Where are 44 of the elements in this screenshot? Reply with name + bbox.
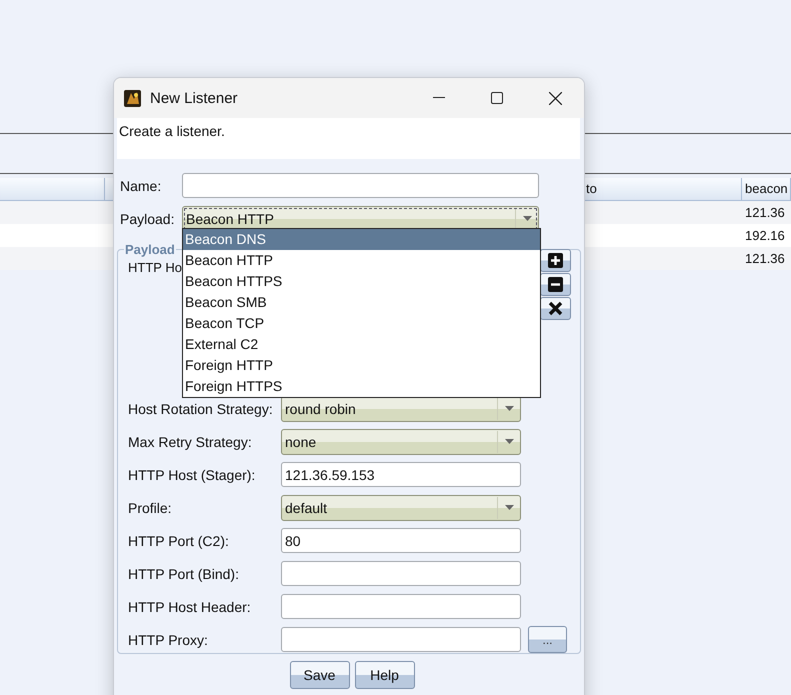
- table-cell-text: 121.36: [744, 204, 786, 222]
- caret-icon: [522, 216, 532, 221]
- field-label: HTTP Port (Bind):: [128, 566, 240, 582]
- field-label: HTTP Port (C2):: [128, 532, 230, 548]
- table-cell-text: 121.36: [744, 250, 786, 268]
- dropdown[interactable]: default: [281, 494, 521, 520]
- caret-icon: [504, 439, 514, 444]
- input-field[interactable]: [281, 561, 521, 586]
- caret-icon: [504, 505, 514, 510]
- field-label: Name:: [120, 178, 162, 194]
- column-header[interactable]: beacon: [742, 178, 791, 200]
- group-title: Payload: [124, 242, 176, 257]
- input-field[interactable]: 121.36.59.153: [281, 462, 521, 487]
- close-icon: [548, 92, 562, 104]
- clear-button[interactable]: [540, 297, 571, 320]
- maximize-icon: [491, 92, 503, 104]
- name-field[interactable]: [182, 173, 539, 198]
- field-label: HTTP Proxy:: [128, 632, 209, 648]
- x-icon: [548, 301, 563, 316]
- field-label: HTTP Ho: [128, 260, 182, 277]
- dialog-button[interactable]: Help: [354, 661, 414, 689]
- field-label: Max Retry Strategy:: [128, 434, 253, 450]
- field-label: HTTP Host Header:: [128, 598, 252, 614]
- minimize-icon: [433, 97, 445, 99]
- app-icon: [124, 90, 141, 106]
- browse-button[interactable]: ...: [528, 626, 567, 653]
- input-field[interactable]: [281, 594, 521, 619]
- dropdown[interactable]: none: [281, 428, 521, 454]
- field-label: Host Rotation Strategy:: [128, 400, 274, 416]
- add-button[interactable]: [540, 249, 571, 272]
- window-title: New Listener: [150, 90, 239, 106]
- field-label: Payload:: [120, 210, 176, 226]
- dropdown-option[interactable]: Beacon DNS: [183, 229, 540, 250]
- remove-button[interactable]: [540, 273, 571, 296]
- input-field[interactable]: [281, 627, 521, 652]
- caret-icon: [504, 406, 514, 411]
- input-field[interactable]: 80: [281, 528, 521, 553]
- dialog-button[interactable]: Save: [290, 661, 350, 689]
- minus-icon: [548, 277, 563, 292]
- field-label: HTTP Host (Stager):: [128, 466, 256, 482]
- table-cell-text: 192.16: [744, 227, 786, 245]
- description-text: Create a listener.: [119, 123, 225, 139]
- field-label: Profile:: [128, 500, 173, 516]
- plus-icon: [548, 253, 563, 268]
